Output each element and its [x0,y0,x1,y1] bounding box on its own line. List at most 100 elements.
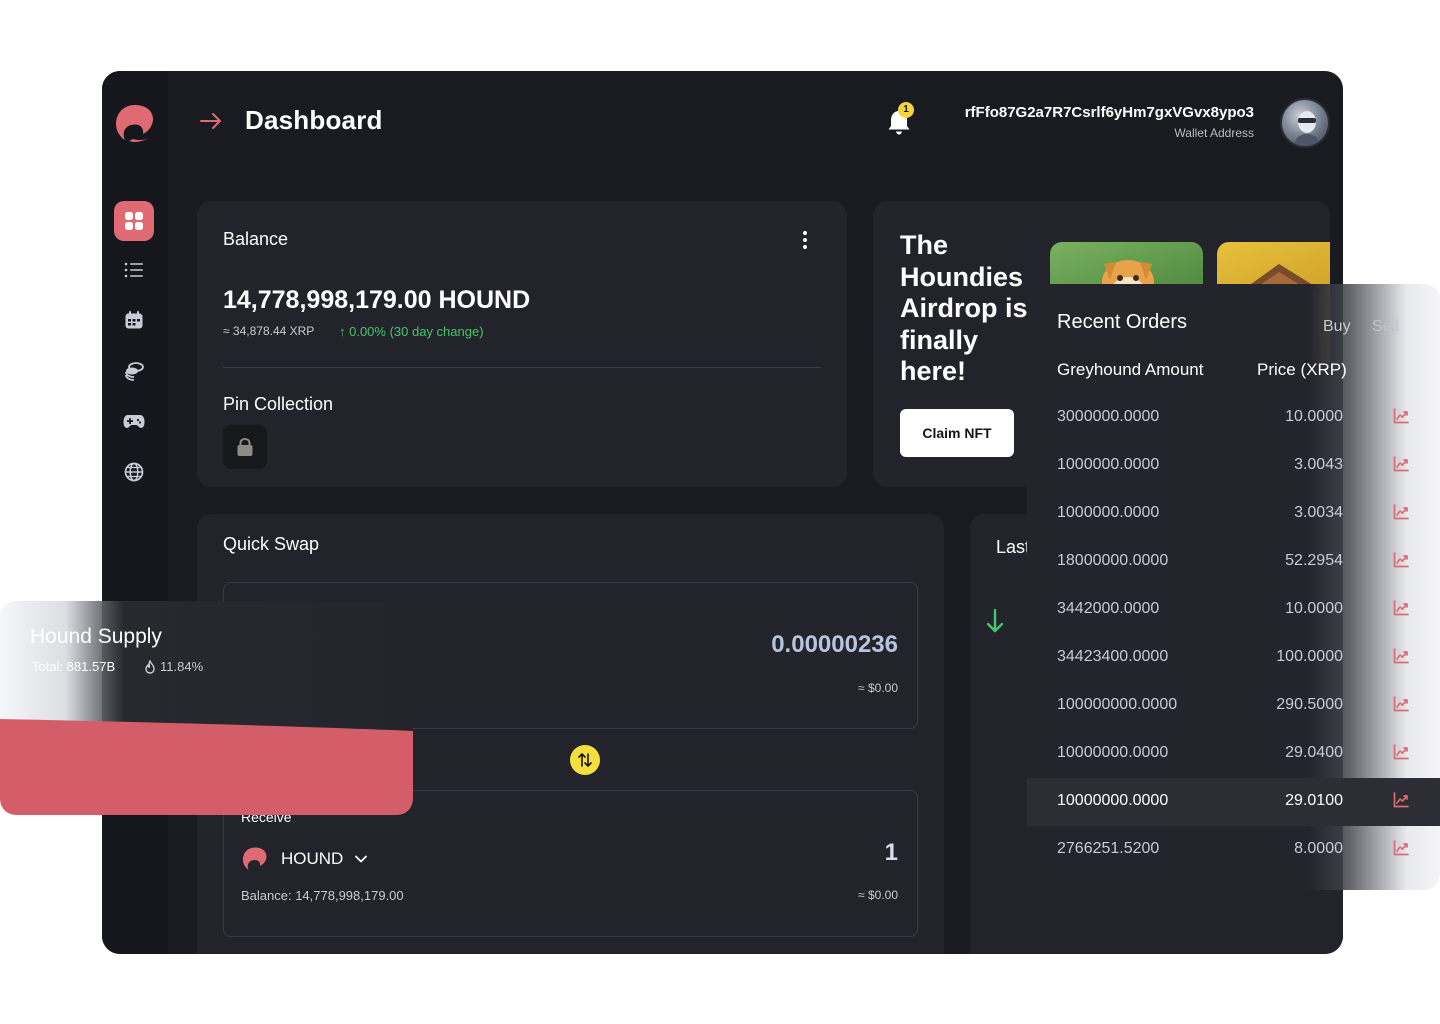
recent-orders-panel: Recent Orders Buy Sell Greyhound Amount … [1027,284,1440,890]
token-selector[interactable]: HOUND [241,845,368,873]
balance-amount: 14,778,998,179.00 HOUND [223,286,531,314]
order-amount: 34423400.0000 [1057,648,1169,665]
order-amount: 1000000.0000 [1057,456,1160,473]
divider [223,367,821,368]
wallet-address-label: Wallet Address [1174,126,1254,140]
order-price: 3.0043 [1294,456,1343,473]
gamepad-icon [123,415,145,428]
table-row[interactable]: 3000000.0000 10.0000 [1027,394,1440,442]
order-amount: 100000000.0000 [1057,696,1178,713]
trend-chart-icon[interactable] [1393,840,1409,856]
order-price: 29.0400 [1285,744,1343,761]
supply-chart-area [0,719,413,815]
balance-card: Balance 14,778,998,179.00 HOUND ≈ 34,878… [197,201,847,487]
table-row[interactable]: 1000000.0000 3.0034 [1027,490,1440,538]
order-price: 52.2954 [1285,552,1343,569]
order-amount: 2766251.5200 [1057,840,1160,857]
stage: Dashboard 1 rfFfo87G2a7R7Csrlf6yHm7gxVGv… [0,0,1440,1024]
table-row[interactable]: 10000000.0000 29.0100 [1027,778,1440,826]
supply-burn-pct: 11.84% [160,659,204,674]
quick-swap-title: Quick Swap [223,534,320,554]
sidebar-item-list[interactable] [114,250,154,290]
balance-change: ↑ 0.00% (30 day change) [339,324,484,339]
swap-from-usd: ≈ $0.00 [858,681,898,695]
trend-chart-icon[interactable] [1393,456,1409,472]
table-row[interactable]: 2766251.5200 8.0000 [1027,826,1440,874]
table-row[interactable]: 3442000.0000 10.0000 [1027,586,1440,634]
column-header-amount: Greyhound Amount [1057,360,1204,379]
list-icon [124,262,143,278]
avatar-image [1292,111,1322,146]
sidebar-item-globe[interactable] [114,452,154,492]
order-amount: 18000000.0000 [1057,552,1169,569]
swap-direction-button[interactable] [570,745,600,775]
pin-collection-item[interactable] [223,425,267,469]
balance-xrp: ≈ 34,878.44 XRP [223,324,315,338]
tab-sell[interactable]: Sell [1372,318,1399,336]
receive-usd: ≈ $0.00 [858,888,898,902]
wallet-address[interactable]: rfFfo87G2a7R7Csrlf6yHm7gxVGvx8ypo3 [965,104,1254,121]
sidebar [102,71,168,954]
trend-chart-icon[interactable] [1393,744,1409,760]
swap-from-value[interactable]: 0.00000236 [771,631,898,659]
table-row[interactable]: 34423400.0000 100.0000 [1027,634,1440,682]
token-name: HOUND [281,849,344,868]
balance-title: Balance [223,229,289,249]
sidebar-item-coins[interactable] [114,351,154,391]
order-amount: 10000000.0000 [1057,792,1169,809]
calendar-icon [125,311,143,329]
notification-badge: 1 [898,102,914,118]
trend-chart-icon[interactable] [1393,648,1409,664]
trend-chart-icon[interactable] [1393,552,1409,568]
grid-icon [125,212,143,230]
claim-nft-button[interactable]: Claim NFT [900,409,1014,457]
more-options-icon[interactable] [803,231,807,252]
order-price: 3.0034 [1294,504,1343,521]
arrow-right-icon[interactable] [200,112,222,130]
order-amount: 1000000.0000 [1057,504,1160,521]
supply-title: Hound Supply [30,625,162,648]
order-amount: 3442000.0000 [1057,600,1160,617]
column-header-price: Price (XRP) [1257,360,1347,379]
order-price: 29.0100 [1285,792,1343,809]
sidebar-item-calendar[interactable] [114,300,154,340]
order-price: 100.0000 [1276,648,1343,665]
last-card-title: Last [996,537,1031,557]
order-amount: 3000000.0000 [1057,408,1160,425]
supply-burn: 11.84% [144,659,203,674]
globe-icon [124,462,144,482]
lock-icon [237,437,253,456]
order-amount: 10000000.0000 [1057,744,1169,761]
avatar[interactable] [1280,98,1330,148]
trend-chart-icon[interactable] [1393,792,1409,808]
pin-collection-title: Pin Collection [223,394,334,414]
order-price: 10.0000 [1285,600,1343,617]
coins-icon [125,362,144,381]
table-row[interactable]: 10000000.0000 29.0400 [1027,730,1440,778]
table-row[interactable]: 18000000.0000 52.2954 [1027,538,1440,586]
arrow-down-icon [986,608,1004,633]
trend-chart-icon[interactable] [1393,600,1409,616]
order-price: 8.0000 [1294,840,1343,857]
supply-total: Total: 881.57B [32,659,116,674]
hound-supply-panel: Hound Supply Total: 881.57B 11.84% [0,601,413,815]
swap-arrows-icon [578,753,592,767]
receive-value[interactable]: 1 [885,839,898,867]
hound-token-icon [242,847,267,870]
receive-balance: Balance: 14,778,998,179.00 [241,888,404,903]
trend-chart-icon[interactable] [1393,696,1409,712]
trend-chart-icon[interactable] [1393,504,1409,520]
sidebar-item-games[interactable] [114,401,154,441]
page-title: Dashboard [245,105,383,135]
recent-orders-title: Recent Orders [1057,311,1188,333]
order-price: 290.5000 [1276,696,1343,713]
chevron-down-icon [355,855,368,863]
table-row[interactable]: 1000000.0000 3.0043 [1027,442,1440,490]
table-row[interactable]: 100000000.0000 290.5000 [1027,682,1440,730]
sidebar-item-dashboard[interactable] [114,201,154,241]
flame-icon [145,659,155,674]
logo-icon[interactable] [113,101,157,145]
tab-buy[interactable]: Buy [1323,318,1351,336]
order-price: 10.0000 [1285,408,1343,425]
trend-chart-icon[interactable] [1393,408,1409,424]
